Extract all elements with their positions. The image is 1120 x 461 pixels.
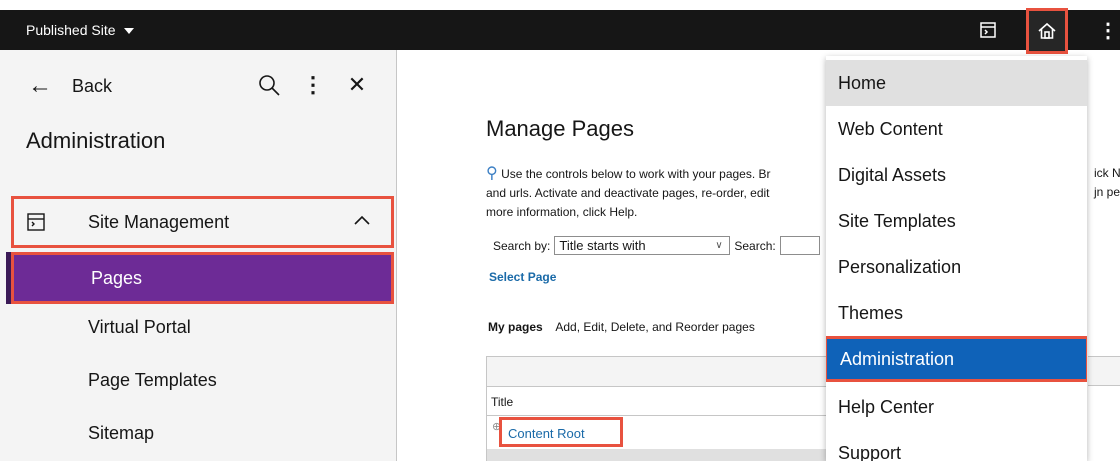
site-switcher-label: Published Site [26, 22, 116, 38]
help-line-1: Use the controls below to work with your… [501, 167, 771, 181]
site-management-section[interactable]: Site Management [11, 196, 394, 248]
side-panel-icon[interactable] [968, 10, 1008, 50]
back-button[interactable]: ← Back [28, 74, 112, 98]
table-row: Content Root [499, 417, 623, 447]
overflow-menu-icon[interactable]: ⋮ [300, 70, 326, 100]
sidebar-item-pages[interactable]: Pages [11, 252, 394, 304]
sidebar-item-label: Sitemap [88, 423, 155, 443]
side-panel-actions: ⋮ ✕ [256, 70, 370, 100]
table-toolbar [1088, 356, 1120, 386]
search-label: Search: [734, 238, 776, 253]
close-icon[interactable]: ✕ [344, 70, 370, 100]
pages-table: Title ⊕▤ Content Root [486, 356, 831, 461]
table-footer [487, 449, 830, 461]
column-header-title: Title [491, 395, 514, 409]
menu-item-administration[interactable]: Administration [826, 336, 1087, 382]
sidebar-item-label: Pages [91, 267, 143, 288]
menu-item-label: Web Content [838, 118, 943, 139]
menu-item-label: Support [838, 442, 902, 461]
search-by-select[interactable]: Title starts with ∨ [554, 236, 731, 255]
help-text-fragment: jn pe [1094, 185, 1120, 199]
menu-item-label: Site Templates [838, 210, 956, 231]
home-button[interactable] [1026, 8, 1068, 54]
menu-item-label: Themes [838, 302, 904, 323]
table-toolbar [487, 357, 830, 387]
menu-item-label: Digital Assets [838, 164, 947, 185]
menu-item-web-content[interactable]: Web Content [826, 106, 1087, 152]
sidebar-item-label: Virtual Portal [88, 317, 191, 337]
sidebar-item-label: Page Templates [88, 370, 217, 390]
help-line-3: more information, click Help. [486, 205, 638, 219]
menu-item-personalization[interactable]: Personalization [826, 244, 1087, 290]
menu-item-themes[interactable]: Themes [826, 290, 1087, 336]
help-bubble-icon: ⚲ [486, 165, 498, 182]
chevron-up-icon [353, 213, 371, 231]
top-bar: Published Site ⋮ [0, 8, 1120, 54]
divider [487, 415, 830, 416]
menu-item-label: Administration [840, 348, 955, 369]
caret-down-icon [123, 28, 134, 34]
search-icon[interactable] [256, 70, 282, 100]
menu-item-site-templates[interactable]: Site Templates [826, 198, 1087, 244]
side-navigation-panel: ← Back ⋮ ✕ Administration Site Managemen… [0, 50, 397, 461]
home-icon [1038, 22, 1056, 39]
panel-title: Administration [26, 128, 166, 153]
sidebar-item-sitemap[interactable]: Sitemap [88, 423, 154, 444]
back-label: Back [72, 75, 113, 96]
search-by-value: Title starts with [559, 238, 646, 253]
search-by-label: Search by: [493, 238, 551, 253]
menu-item-label: Help Center [838, 396, 935, 417]
menu-item-support[interactable]: Support [826, 430, 1087, 461]
help-description: ⚲ Use the controls below to work with yo… [486, 164, 831, 222]
search-controls: Search by: Title starts with ∨ Search: [493, 236, 820, 255]
content-root-link[interactable]: Content Root [508, 426, 585, 441]
search-input[interactable] [779, 236, 820, 255]
site-management-label: Site Management [88, 211, 230, 232]
site-switcher[interactable]: Published Site [26, 22, 134, 38]
menu-item-help-center[interactable]: Help Center [826, 384, 1087, 430]
sidebar-item-virtual-portal[interactable]: Virtual Portal [88, 317, 191, 338]
overflow-menu-icon[interactable]: ⋮ [1088, 10, 1120, 50]
back-arrow-icon: ← [28, 72, 52, 99]
page-title: Manage Pages [486, 116, 634, 141]
menu-item-label: Home [838, 72, 887, 93]
select-page-link[interactable]: Select Page [489, 270, 556, 284]
my-pages-heading: My pages Add, Edit, Delete, and Reorder … [488, 320, 755, 334]
site-management-icon [26, 212, 46, 232]
help-text-fragment: ick N [1094, 166, 1120, 180]
my-pages-description: Add, Edit, Delete, and Reorder pages [555, 320, 755, 334]
chevron-down-icon: ∨ [715, 240, 723, 251]
home-dropdown-menu: Home Web Content Digital Assets Site Tem… [826, 56, 1087, 461]
side-panel-header: ← Back ⋮ ✕ [0, 50, 397, 122]
menu-item-home[interactable]: Home [826, 60, 1087, 106]
sidebar-item-page-templates[interactable]: Page Templates [88, 370, 217, 391]
menu-item-digital-assets[interactable]: Digital Assets [826, 152, 1087, 198]
my-pages-label: My pages [488, 320, 543, 334]
menu-item-label: Personalization [838, 256, 962, 277]
help-line-2: and urls. Activate and deactivate pages,… [486, 186, 770, 200]
